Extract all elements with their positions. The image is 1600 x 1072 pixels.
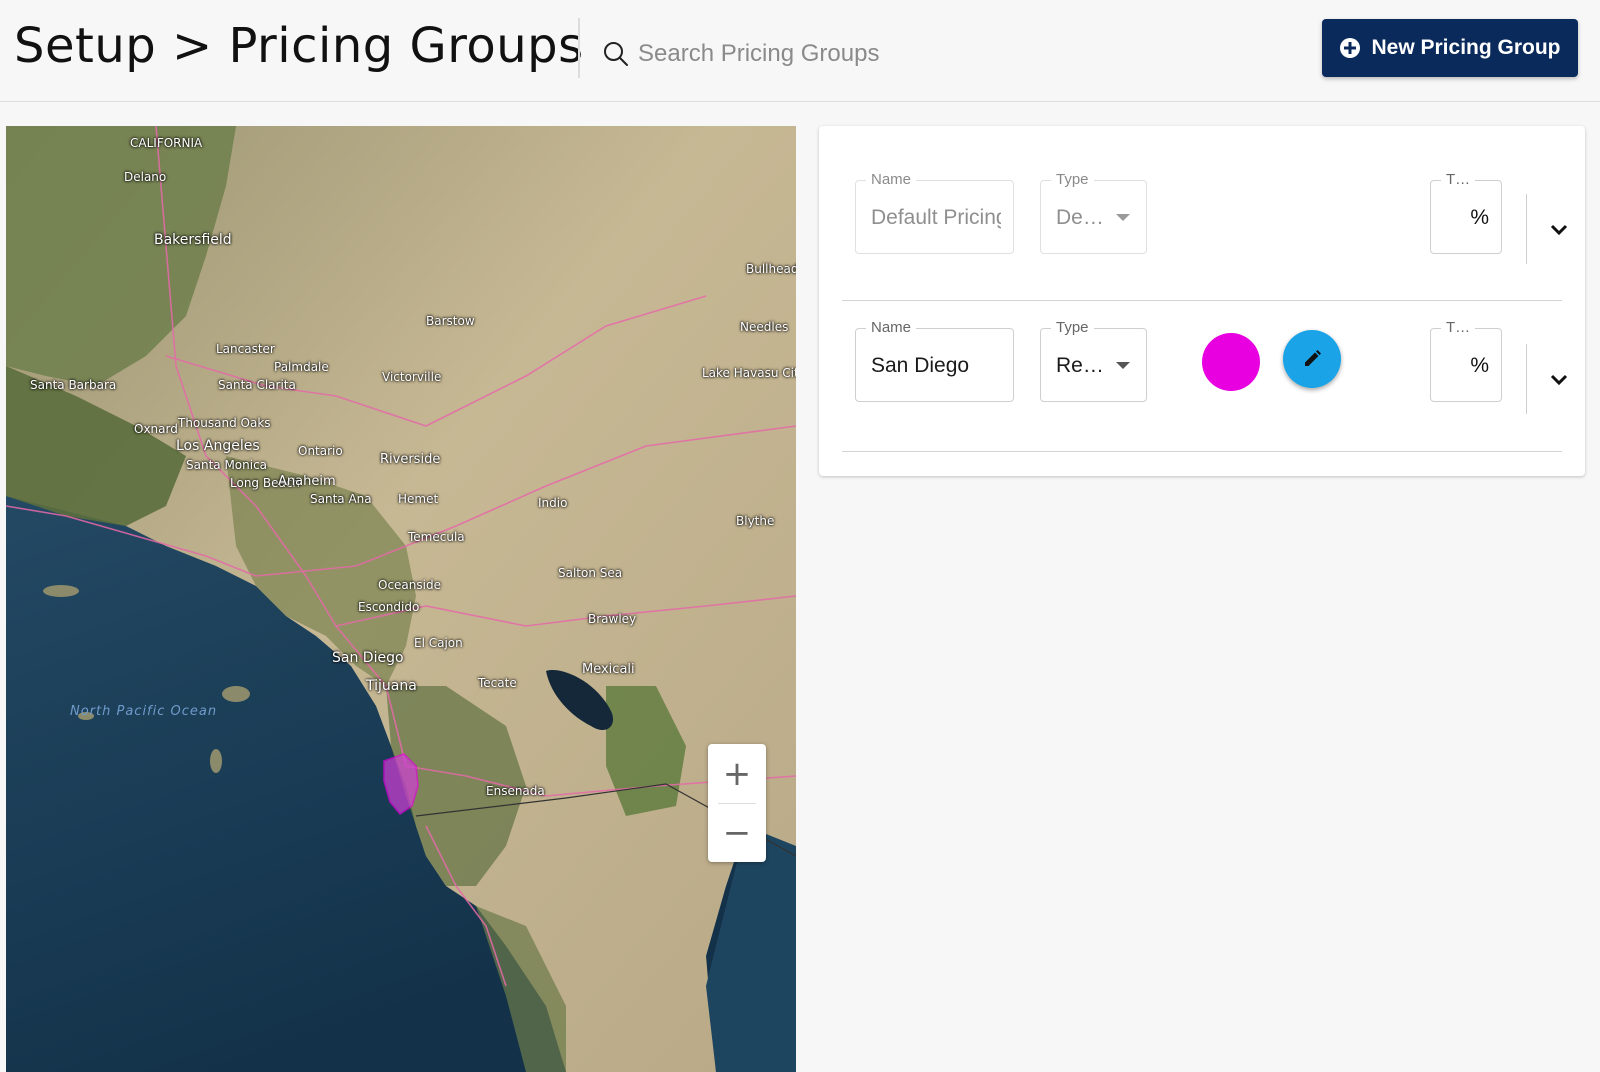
- map-label-bakersfield: Bakersfield: [154, 232, 232, 248]
- zoom-divider: [718, 803, 756, 804]
- name-value: San Diego: [871, 354, 970, 377]
- map-label-santa-clarita: Santa Clarita: [218, 378, 296, 392]
- map-label-needles: Needles: [740, 320, 789, 334]
- new-pricing-group-button[interactable]: New Pricing Group: [1322, 19, 1578, 77]
- name-value: Default Pricing: [871, 206, 1001, 229]
- map-label-oceanside: Oceanside: [378, 578, 441, 592]
- row-separator: [842, 451, 1562, 452]
- zoom-out-button[interactable]: −: [708, 803, 766, 862]
- map-label-blythe: Blythe: [736, 514, 775, 528]
- map-label-los-angeles: Los Angeles: [176, 438, 260, 454]
- map-label-temecula: Temecula: [408, 530, 465, 544]
- map-label-hemet: Hemet: [398, 492, 439, 506]
- new-pricing-group-label: New Pricing Group: [1371, 36, 1561, 59]
- group-percent-field[interactable]: T… %: [1430, 319, 1502, 402]
- group-type-select[interactable]: Type Re…: [1040, 319, 1147, 402]
- type-value: De…: [1056, 206, 1104, 229]
- map-label-barstow: Barstow: [426, 314, 475, 328]
- map-label-thousand-oaks: Thousand Oaks: [178, 416, 271, 430]
- map-label-indio: Indio: [538, 496, 568, 510]
- type-value: Re…: [1056, 354, 1104, 377]
- map-label-oxnard: Oxnard: [134, 422, 178, 436]
- map-label-mexicali: Mexicali: [582, 662, 635, 677]
- map-label-victorville: Victorville: [382, 370, 442, 384]
- row-divider: [1526, 344, 1527, 414]
- group-type-select: Type De…: [1040, 171, 1147, 254]
- map-label-delano: Delano: [124, 170, 167, 184]
- page-title: Setup > Pricing Groups: [14, 18, 584, 74]
- dropdown-caret-icon: [1116, 362, 1130, 369]
- search-input[interactable]: [638, 40, 978, 68]
- row-divider: [1526, 194, 1527, 264]
- header-divider: [578, 18, 580, 78]
- map-label-brawley: Brawley: [588, 612, 637, 626]
- page-header: Setup > Pricing Groups New Pricing Group: [0, 0, 1600, 102]
- zoom-in-button[interactable]: +: [708, 744, 766, 803]
- satellite-terrain: [6, 126, 796, 1072]
- map-label-ontario: Ontario: [298, 444, 343, 458]
- map-label-pacific-ocean: North Pacific Ocean: [70, 704, 218, 719]
- pencil-icon: [1305, 350, 1321, 366]
- map-label-salton-sea: Salton Sea: [558, 566, 623, 580]
- map-label-san-diego: San Diego: [332, 650, 404, 666]
- map-label-escondido: Escondido: [358, 600, 420, 614]
- chevron-down-icon[interactable]: [1548, 368, 1570, 390]
- pricing-groups-panel: Name Default Pricing Type De… T… % Name …: [819, 126, 1585, 476]
- percent-value: %: [1470, 206, 1489, 229]
- map-label-lancaster: Lancaster: [216, 342, 275, 356]
- map-label-palmdale: Palmdale: [274, 360, 329, 374]
- pricing-group-row: Name San Diego Type Re… T… %: [842, 276, 1568, 426]
- map-label-santa-monica: Santa Monica: [186, 458, 268, 472]
- percent-value: %: [1470, 354, 1489, 377]
- map-label-california: CALIFORNIA: [130, 136, 203, 150]
- search-icon: [604, 42, 628, 66]
- map-view[interactable]: CALIFORNIA Delano Bakersfield Lancaster …: [6, 126, 796, 1072]
- pricing-group-row: Name Default Pricing Type De… T… %: [842, 126, 1568, 276]
- map-label-el-cajon: El Cajon: [414, 636, 463, 650]
- search-bar[interactable]: [602, 34, 1002, 74]
- map-label-riverside: Riverside: [380, 452, 441, 467]
- dropdown-caret-icon: [1116, 214, 1130, 221]
- map-label-anaheim: Anaheim: [278, 474, 336, 489]
- map-label-ensenada: Ensenada: [486, 784, 545, 798]
- map-label-lake-havasu-city: Lake Havasu City: [702, 366, 796, 380]
- color-swatch-button[interactable]: [1202, 333, 1260, 391]
- chevron-down-icon[interactable]: [1548, 218, 1570, 240]
- group-name-field: Name Default Pricing: [855, 171, 1014, 254]
- map-label-tecate: Tecate: [478, 676, 517, 690]
- map-label-santa-ana: Santa Ana: [310, 492, 372, 506]
- map-label-bullhead-city: Bullhead City: [746, 262, 796, 276]
- group-percent-field[interactable]: T… %: [1430, 171, 1502, 254]
- map-label-santa-barbara: Santa Barbara: [30, 378, 117, 392]
- zoom-control: + −: [708, 744, 766, 862]
- plus-circle-icon: [1340, 38, 1361, 58]
- edit-button[interactable]: [1283, 330, 1341, 388]
- group-name-field[interactable]: Name San Diego: [855, 319, 1014, 402]
- map-label-tijuana: Tijuana: [366, 678, 417, 694]
